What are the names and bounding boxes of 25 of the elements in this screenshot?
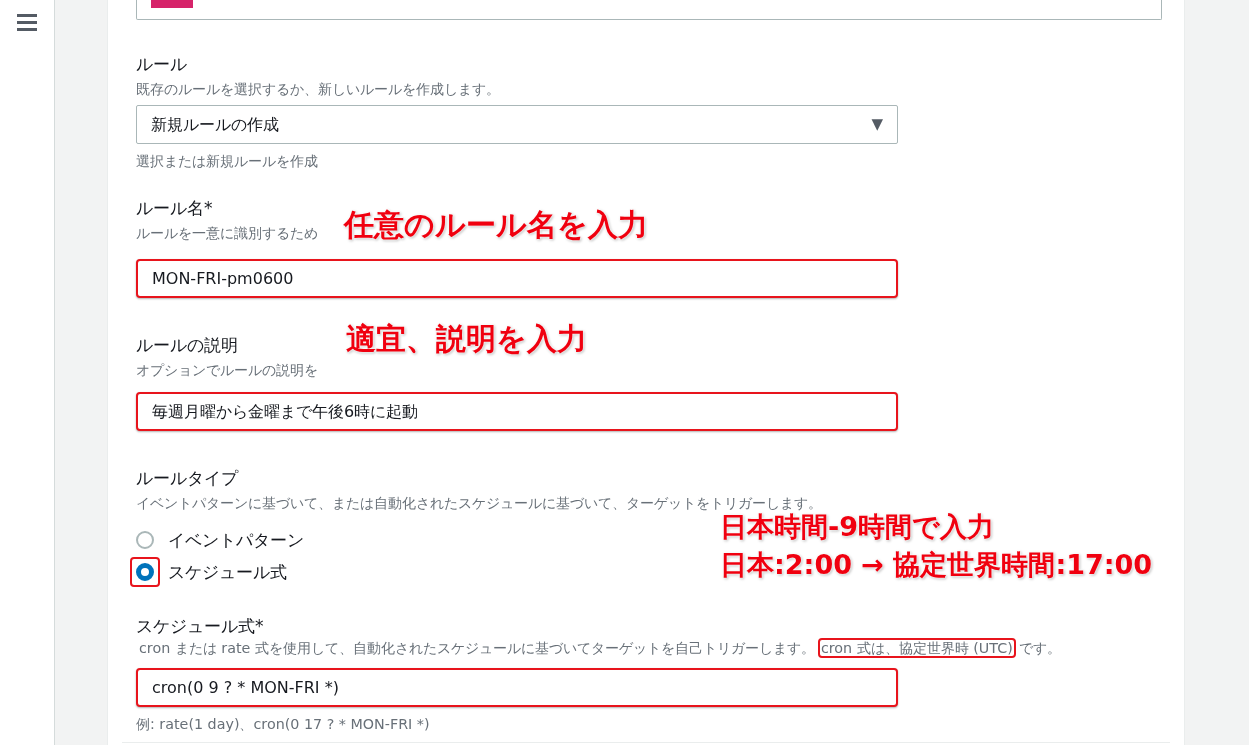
example-text: 例: rate(1 day)、cron(0 17 ? * MON-FRI *): [136, 715, 431, 734]
annotation-text: 日本時間-9時間で入力: [720, 511, 994, 543]
annotation-text: 任意のルール名を入力: [344, 208, 648, 243]
radio-label[interactable]: イベントパターン: [168, 529, 304, 551]
hint-text: 既存のルールを選択するか、新しいルールを作成します。: [136, 80, 500, 99]
hint-text: オプションでルールの説明を: [136, 361, 318, 380]
field-label: ルール: [136, 53, 187, 75]
radio-button[interactable]: [136, 563, 154, 581]
radio-label[interactable]: スケジュール式: [168, 561, 287, 583]
field-label: ルールタイプ: [136, 467, 238, 489]
input-field[interactable]: cron(0 9 ? * MON-FRI *): [136, 668, 898, 707]
annotation-text: 日本:2:00 → 協定世界時間:17:00: [720, 549, 1153, 581]
select-field[interactable]: 新規ルールの作成 ▼: [136, 105, 898, 144]
help-text: 選択または新規ルールを作成: [136, 152, 319, 171]
input-field[interactable]: 毎週月曜から金曜まで午後6時に起動: [136, 392, 898, 431]
hint-text: ルールを一意に識別するため: [136, 224, 318, 243]
input-field[interactable]: MON-FRI-pm0600: [136, 259, 898, 298]
field-label: スケジュール式*: [136, 615, 264, 637]
radio-button[interactable]: [136, 531, 154, 549]
field-label: ルール名*: [136, 197, 213, 219]
annotation-text: 適宜、説明を入力: [346, 322, 587, 357]
hint-text: cron または rate 式を使用して、自動化されたスケジュールに基づいてターゲットを自己トリガーします。 cron 式は、協定世界時 (UTC) です。: [138, 639, 1062, 658]
hint-text: イベントパターンに基づいて、または自動化されたスケジュールに基づいて、ターゲットをトリガーします。: [136, 494, 822, 513]
menu-icon[interactable]: [16, 12, 38, 32]
field-label: ルールの説明: [136, 334, 238, 356]
